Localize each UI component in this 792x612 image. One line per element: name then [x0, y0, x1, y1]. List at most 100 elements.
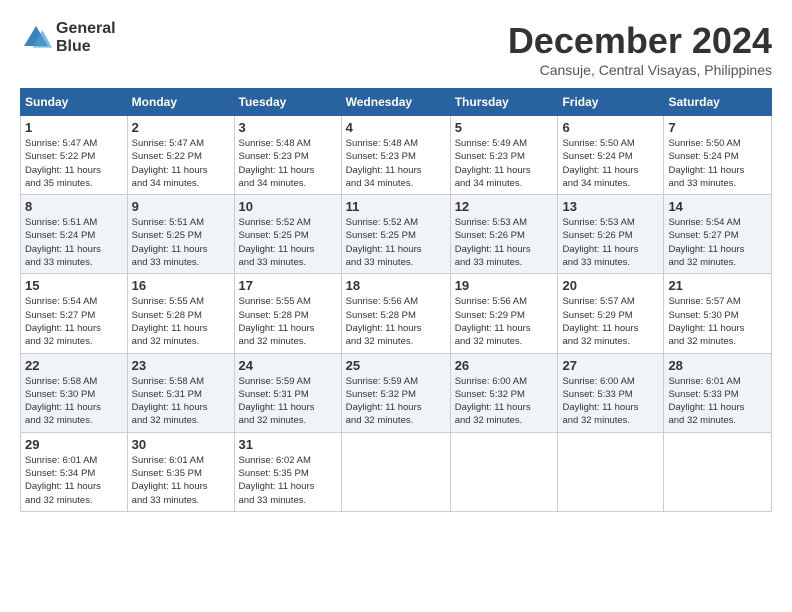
calendar-day-cell: 31 Sunrise: 6:02 AM Sunset: 5:35 PM Dayli… — [234, 432, 341, 511]
day-info: Sunrise: 5:52 AM Sunset: 5:25 PM Dayligh… — [239, 216, 337, 269]
day-info: Sunrise: 5:59 AM Sunset: 5:32 PM Dayligh… — [346, 375, 446, 428]
day-info: Sunrise: 5:54 AM Sunset: 5:27 PM Dayligh… — [668, 216, 767, 269]
day-number: 21 — [668, 278, 767, 293]
day-number: 13 — [562, 199, 659, 214]
day-info: Sunrise: 5:56 AM Sunset: 5:29 PM Dayligh… — [455, 295, 554, 348]
day-number: 18 — [346, 278, 446, 293]
weekday-header: Wednesday — [341, 89, 450, 116]
day-number: 9 — [132, 199, 230, 214]
day-info: Sunrise: 6:01 AM Sunset: 5:34 PM Dayligh… — [25, 454, 123, 507]
calendar-day-cell: 17 Sunrise: 5:55 AM Sunset: 5:28 PM Dayli… — [234, 274, 341, 353]
day-number: 14 — [668, 199, 767, 214]
calendar-day-cell: 27Sunrise: 6:00 AM Sunset: 5:33 PM Dayli… — [558, 353, 664, 432]
day-number: 7 — [668, 120, 767, 135]
day-number: 27 — [562, 358, 659, 373]
weekday-header: Sunday — [21, 89, 128, 116]
day-number: 26 — [455, 358, 554, 373]
calendar-day-cell: 12 Sunrise: 5:53 AM Sunset: 5:26 PM Dayli… — [450, 195, 558, 274]
calendar-day-cell: 21 Sunrise: 5:57 AM Sunset: 5:30 PM Dayli… — [664, 274, 772, 353]
day-info: Sunrise: 5:48 AM Sunset: 5:23 PM Dayligh… — [239, 137, 337, 190]
calendar-day-cell: 20 Sunrise: 5:57 AM Sunset: 5:29 PM Dayli… — [558, 274, 664, 353]
calendar-day-cell: 3Sunrise: 5:48 AM Sunset: 5:23 PM Daylig… — [234, 116, 341, 195]
day-info: Sunrise: 5:55 AM Sunset: 5:28 PM Dayligh… — [239, 295, 337, 348]
day-number: 11 — [346, 199, 446, 214]
logo: General Blue — [20, 20, 116, 55]
day-number: 17 — [239, 278, 337, 293]
weekday-header: Friday — [558, 89, 664, 116]
day-info: Sunrise: 5:51 AM Sunset: 5:25 PM Dayligh… — [132, 216, 230, 269]
calendar-body: 1 Sunrise: 5:47 AM Sunset: 5:22 PM Daylig… — [21, 116, 772, 512]
calendar-day-cell — [450, 432, 558, 511]
day-number: 1 — [25, 120, 123, 135]
day-number: 6 — [562, 120, 659, 135]
calendar-day-cell: 18Sunrise: 5:56 AM Sunset: 5:28 PM Dayli… — [341, 274, 450, 353]
day-info: Sunrise: 5:55 AM Sunset: 5:28 PM Dayligh… — [132, 295, 230, 348]
weekday-header: Saturday — [664, 89, 772, 116]
day-info: Sunrise: 6:02 AM Sunset: 5:35 PM Dayligh… — [239, 454, 337, 507]
logo-text: General Blue — [56, 20, 116, 55]
day-info: Sunrise: 5:47 AM Sunset: 5:22 PM Dayligh… — [25, 137, 123, 190]
calendar-day-cell: 1 Sunrise: 5:47 AM Sunset: 5:22 PM Daylig… — [21, 116, 128, 195]
page-header: General Blue December 2024 Cansuje, Cent… — [20, 20, 772, 78]
day-number: 12 — [455, 199, 554, 214]
calendar-day-cell: 26 Sunrise: 6:00 AM Sunset: 5:32 PM Dayli… — [450, 353, 558, 432]
day-info: Sunrise: 5:58 AM Sunset: 5:30 PM Dayligh… — [25, 375, 123, 428]
day-info: Sunrise: 5:58 AM Sunset: 5:31 PM Dayligh… — [132, 375, 230, 428]
month-title: December 2024 — [508, 20, 772, 62]
calendar-day-cell: 10 Sunrise: 5:52 AM Sunset: 5:25 PM Dayli… — [234, 195, 341, 274]
day-info: Sunrise: 5:57 AM Sunset: 5:30 PM Dayligh… — [668, 295, 767, 348]
day-number: 16 — [132, 278, 230, 293]
title-block: December 2024 Cansuje, Central Visayas, … — [508, 20, 772, 78]
day-info: Sunrise: 5:49 AM Sunset: 5:23 PM Dayligh… — [455, 137, 554, 190]
calendar-day-cell: 25Sunrise: 5:59 AM Sunset: 5:32 PM Dayli… — [341, 353, 450, 432]
calendar-week-row: 29Sunrise: 6:01 AM Sunset: 5:34 PM Dayli… — [21, 432, 772, 511]
day-info: Sunrise: 5:50 AM Sunset: 5:24 PM Dayligh… — [668, 137, 767, 190]
day-info: Sunrise: 6:00 AM Sunset: 5:32 PM Dayligh… — [455, 375, 554, 428]
weekday-header: Thursday — [450, 89, 558, 116]
day-info: Sunrise: 5:59 AM Sunset: 5:31 PM Dayligh… — [239, 375, 337, 428]
day-info: Sunrise: 5:47 AM Sunset: 5:22 PM Dayligh… — [132, 137, 230, 190]
day-number: 24 — [239, 358, 337, 373]
day-info: Sunrise: 5:57 AM Sunset: 5:29 PM Dayligh… — [562, 295, 659, 348]
day-number: 31 — [239, 437, 337, 452]
day-info: Sunrise: 5:54 AM Sunset: 5:27 PM Dayligh… — [25, 295, 123, 348]
calendar-day-cell: 8Sunrise: 5:51 AM Sunset: 5:24 PM Daylig… — [21, 195, 128, 274]
calendar-day-cell: 28 Sunrise: 6:01 AM Sunset: 5:33 PM Dayli… — [664, 353, 772, 432]
day-number: 30 — [132, 437, 230, 452]
day-number: 19 — [455, 278, 554, 293]
calendar-day-cell: 14 Sunrise: 5:54 AM Sunset: 5:27 PM Dayli… — [664, 195, 772, 274]
calendar-header-row: SundayMondayTuesdayWednesdayThursdayFrid… — [21, 89, 772, 116]
day-info: Sunrise: 5:52 AM Sunset: 5:25 PM Dayligh… — [346, 216, 446, 269]
calendar-day-cell — [664, 432, 772, 511]
calendar-day-cell: 15Sunrise: 5:54 AM Sunset: 5:27 PM Dayli… — [21, 274, 128, 353]
calendar-week-row: 1 Sunrise: 5:47 AM Sunset: 5:22 PM Daylig… — [21, 116, 772, 195]
calendar-day-cell: 19 Sunrise: 5:56 AM Sunset: 5:29 PM Dayli… — [450, 274, 558, 353]
calendar-week-row: 8Sunrise: 5:51 AM Sunset: 5:24 PM Daylig… — [21, 195, 772, 274]
calendar-week-row: 22Sunrise: 5:58 AM Sunset: 5:30 PM Dayli… — [21, 353, 772, 432]
weekday-header: Monday — [127, 89, 234, 116]
day-info: Sunrise: 5:53 AM Sunset: 5:26 PM Dayligh… — [562, 216, 659, 269]
day-info: Sunrise: 5:53 AM Sunset: 5:26 PM Dayligh… — [455, 216, 554, 269]
day-number: 28 — [668, 358, 767, 373]
day-info: Sunrise: 6:01 AM Sunset: 5:33 PM Dayligh… — [668, 375, 767, 428]
calendar-week-row: 15Sunrise: 5:54 AM Sunset: 5:27 PM Dayli… — [21, 274, 772, 353]
calendar-day-cell: 13 Sunrise: 5:53 AM Sunset: 5:26 PM Dayli… — [558, 195, 664, 274]
calendar-day-cell: 2 Sunrise: 5:47 AM Sunset: 5:22 PM Daylig… — [127, 116, 234, 195]
day-number: 23 — [132, 358, 230, 373]
calendar-day-cell: 24 Sunrise: 5:59 AM Sunset: 5:31 PM Dayli… — [234, 353, 341, 432]
calendar-day-cell: 29Sunrise: 6:01 AM Sunset: 5:34 PM Dayli… — [21, 432, 128, 511]
day-number: 20 — [562, 278, 659, 293]
calendar-day-cell: 4 Sunrise: 5:48 AM Sunset: 5:23 PM Daylig… — [341, 116, 450, 195]
day-info: Sunrise: 5:48 AM Sunset: 5:23 PM Dayligh… — [346, 137, 446, 190]
calendar-day-cell: 7 Sunrise: 5:50 AM Sunset: 5:24 PM Daylig… — [664, 116, 772, 195]
day-number: 5 — [455, 120, 554, 135]
calendar-day-cell: 30Sunrise: 6:01 AM Sunset: 5:35 PM Dayli… — [127, 432, 234, 511]
day-number: 8 — [25, 199, 123, 214]
calendar-day-cell: 11 Sunrise: 5:52 AM Sunset: 5:25 PM Dayli… — [341, 195, 450, 274]
calendar-day-cell: 9 Sunrise: 5:51 AM Sunset: 5:25 PM Daylig… — [127, 195, 234, 274]
calendar-day-cell: 16 Sunrise: 5:55 AM Sunset: 5:28 PM Dayli… — [127, 274, 234, 353]
day-number: 10 — [239, 199, 337, 214]
calendar-day-cell — [341, 432, 450, 511]
day-number: 4 — [346, 120, 446, 135]
day-number: 2 — [132, 120, 230, 135]
